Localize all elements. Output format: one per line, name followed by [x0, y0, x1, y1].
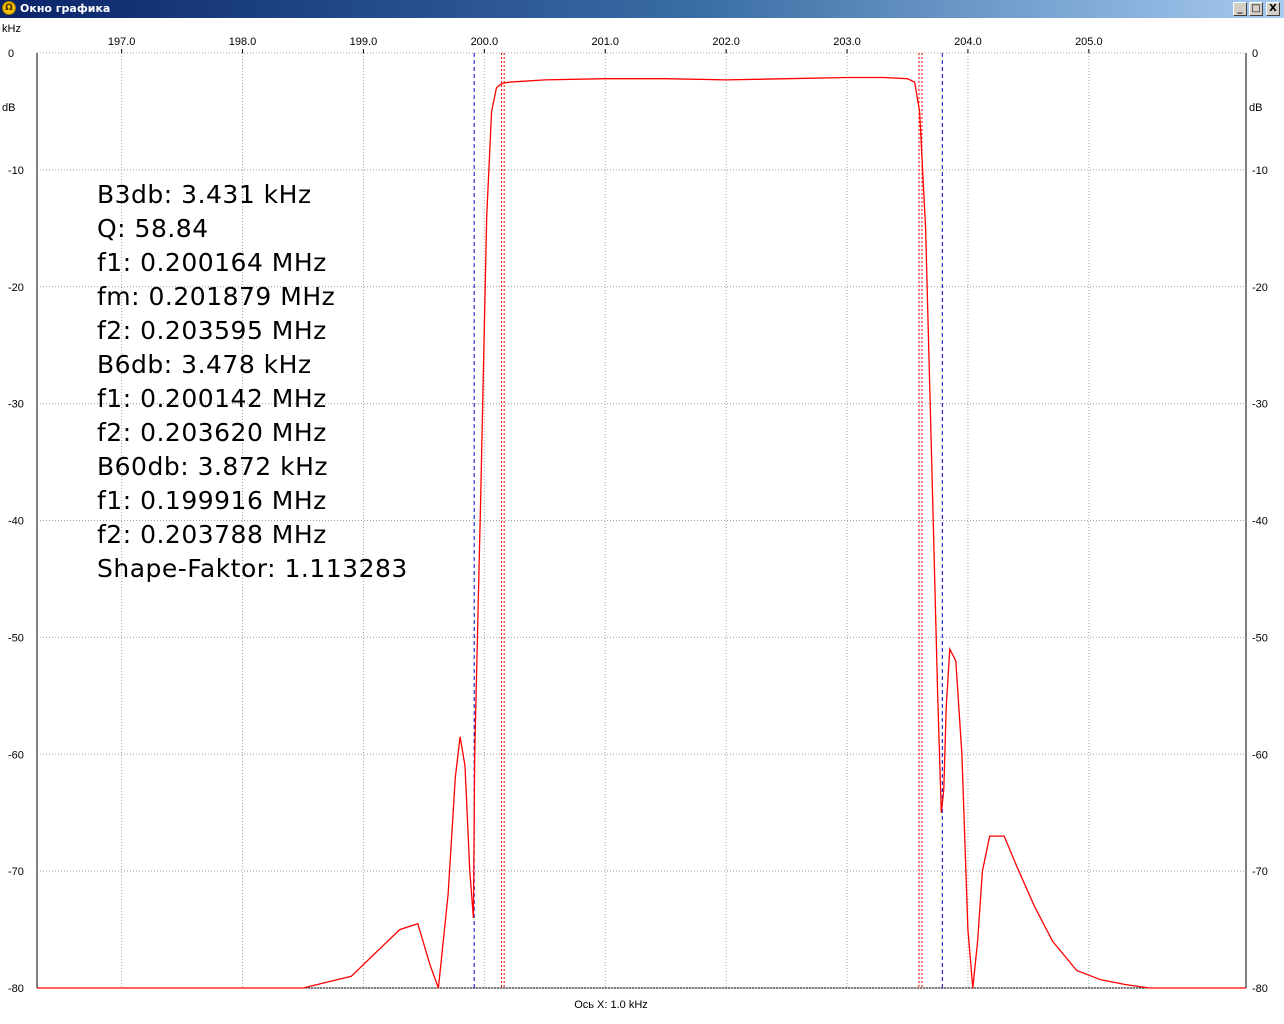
y-tick-label-left: -10 [8, 165, 24, 177]
close-button[interactable]: X [1266, 2, 1280, 16]
x-unit-label: kHz [2, 23, 21, 35]
readout-fm: fm: 0.201879 MHz [97, 282, 336, 311]
y-tick-label-left: -80 [8, 983, 24, 995]
y-unit-label-left: dB [2, 102, 15, 114]
readout-f1-3db: f1: 0.200164 MHz [97, 248, 327, 277]
readout-f1-6db: f1: 0.200142 MHz [97, 384, 327, 413]
x-tick-label: 204.0 [954, 36, 982, 48]
minimize-button[interactable]: _ [1233, 2, 1247, 16]
x-tick-label: 205.0 [1075, 36, 1103, 48]
y-unit-label-right: dB [1249, 102, 1262, 114]
readout-f2-3db: f2: 0.203595 MHz [97, 316, 327, 345]
y-tick-label-right: -70 [1252, 866, 1268, 878]
y-tick-label-left: 0 [8, 48, 14, 60]
readout-f2-60db: f2: 0.203788 MHz [97, 520, 327, 549]
x-tick-label: 197.0 [108, 36, 136, 48]
x-tick-label: 201.0 [591, 36, 619, 48]
maximize-button[interactable]: □ [1249, 2, 1263, 16]
y-tick-label-right: -30 [1252, 399, 1268, 411]
readout-shape-faktor: Shape-Faktor: 1.113283 [97, 554, 408, 583]
y-tick-label-left: -40 [8, 516, 24, 528]
y-tick-label-left: -30 [8, 399, 24, 411]
x-tick-label: 198.0 [229, 36, 257, 48]
y-tick-label-right: 0 [1252, 48, 1258, 60]
y-tick-label-right: -10 [1252, 165, 1268, 177]
readout-b60db: B60db: 3.872 kHz [97, 452, 328, 481]
readout-b6db: B6db: 3.478 kHz [97, 350, 312, 379]
y-tick-label-left: -50 [8, 632, 24, 644]
window-titlebar: Ω Окно графика _ □ X [0, 0, 1284, 18]
x-axis-caption: Ось X: 1.0 kHz [574, 999, 648, 1011]
measurement-readout: B3db: 3.431 kHz Q: 58.84 f1: 0.200164 MH… [97, 178, 408, 586]
readout-f1-60db: f1: 0.199916 MHz [97, 486, 327, 515]
y-tick-label-right: -60 [1252, 749, 1268, 761]
x-tick-label: 199.0 [350, 36, 378, 48]
readout-f2-6db: f2: 0.203620 MHz [97, 418, 327, 447]
x-tick-label: 202.0 [712, 36, 740, 48]
y-tick-label-left: -60 [8, 749, 24, 761]
app-icon: Ω [2, 1, 16, 15]
x-tick-label: 200.0 [471, 36, 499, 48]
y-tick-label-right: -50 [1252, 632, 1268, 644]
y-tick-label-left: -70 [8, 866, 24, 878]
y-tick-label-left: -20 [8, 282, 24, 294]
y-tick-label-right: -80 [1252, 983, 1268, 995]
window-title: Окно графика [20, 2, 111, 15]
y-tick-label-right: -20 [1252, 282, 1268, 294]
readout-q: Q: 58.84 [97, 214, 209, 243]
x-tick-label: 203.0 [833, 36, 861, 48]
y-tick-label-right: -40 [1252, 516, 1268, 528]
readout-b3db: B3db: 3.431 kHz [97, 180, 312, 209]
